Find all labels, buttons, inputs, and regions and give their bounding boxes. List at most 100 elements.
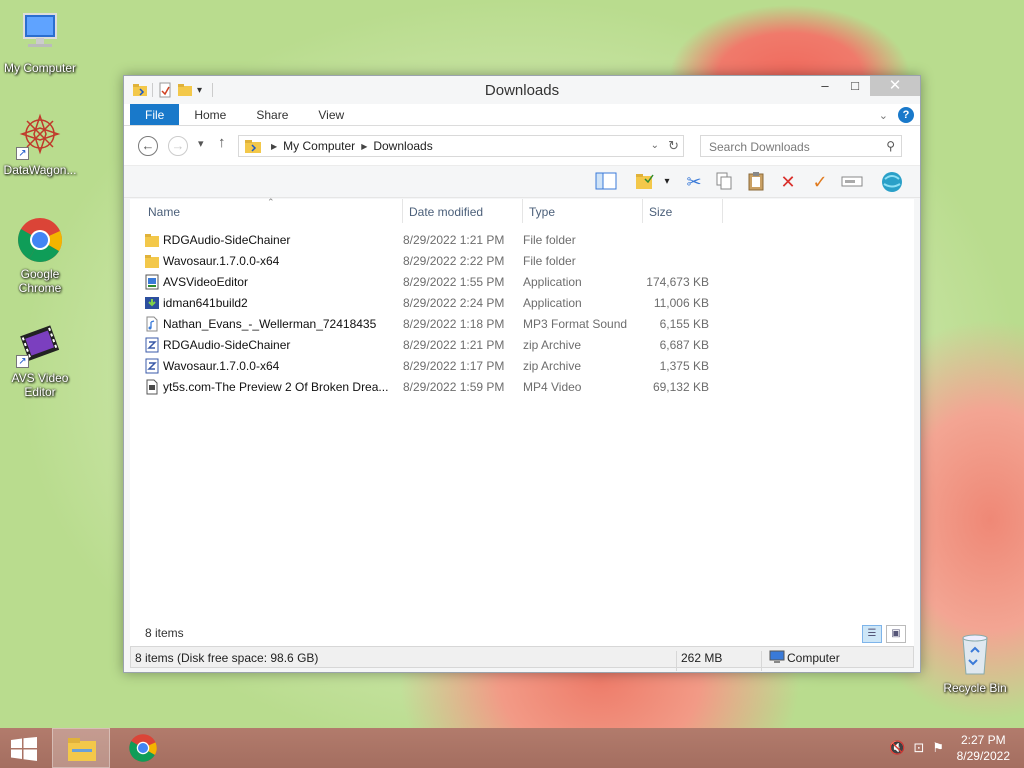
zip-icon <box>145 358 159 374</box>
desktop-icon-google-chrome[interactable]: Google Chrome <box>0 216 80 295</box>
column-divider[interactable] <box>722 199 723 223</box>
close-button[interactable]: ✕ <box>870 76 920 96</box>
file-name: Wavosaur.1.7.0.0-x64 <box>163 359 280 373</box>
maximize-button[interactable]: □ <box>840 76 870 96</box>
file-name: RDGAudio-SideChainer <box>163 338 291 352</box>
details-view-icon[interactable]: ☰ <box>862 625 882 643</box>
file-size: 69,132 KB <box>652 380 709 394</box>
chrome-icon <box>16 216 64 264</box>
folder-icon <box>145 255 159 268</box>
column-header-date[interactable]: Date modified <box>409 205 483 219</box>
file-name: Nathan_Evans_-_Wellerman_72418435 <box>163 317 377 331</box>
preview-pane-icon[interactable] <box>594 171 618 193</box>
rename-icon[interactable] <box>840 171 864 193</box>
file-row[interactable]: yt5s.com-The Preview 2 Of Broken Drea...… <box>130 376 914 397</box>
breadcrumb-downloads[interactable]: Downloads <box>373 139 432 153</box>
minimize-button[interactable]: – <box>810 76 840 96</box>
help-icon[interactable]: ? <box>898 107 914 123</box>
desktop-icon-datawagon[interactable]: ↗ DataWagon... <box>0 112 80 177</box>
column-divider[interactable] <box>402 199 403 223</box>
tab-file[interactable]: File <box>130 104 180 125</box>
address-dropdown-icon[interactable]: ⌄ <box>651 140 659 151</box>
system-tray: 🔇 ⊡ ⚑ <box>889 740 944 756</box>
items-count: 8 items <box>145 626 184 640</box>
column-header-type[interactable]: Type <box>529 205 555 219</box>
windows-logo-icon <box>11 737 37 761</box>
tab-view[interactable]: View <box>303 104 359 125</box>
up-button[interactable]: ↑ <box>218 134 226 151</box>
tab-share[interactable]: Share <box>241 104 303 125</box>
back-button[interactable]: ← <box>138 136 158 156</box>
chevron-down-icon[interactable]: ▾ <box>660 171 674 193</box>
column-divider[interactable] <box>642 199 643 223</box>
file-type: Application <box>523 296 582 310</box>
desktop-icon-recycle-bin[interactable]: Recycle Bin <box>935 630 1015 695</box>
file-row[interactable]: RDGAudio-SideChainer 8/29/2022 1:21 PM F… <box>130 229 914 250</box>
action-center-icon[interactable]: ⚑ <box>932 740 944 756</box>
file-row[interactable]: RDGAudio-SideChainer 8/29/2022 1:21 PM z… <box>130 334 914 355</box>
file-date: 8/29/2022 2:24 PM <box>403 296 505 310</box>
avs-video-editor-icon: ↗ <box>16 320 64 368</box>
file-type: Application <box>523 275 582 289</box>
file-row[interactable]: Wavosaur.1.7.0.0-x64 8/29/2022 1:17 PM z… <box>130 355 914 376</box>
file-row[interactable]: Nathan_Evans_-_Wellerman_72418435 8/29/2… <box>130 313 914 334</box>
forward-button[interactable]: → <box>168 136 188 156</box>
recent-locations-icon[interactable]: ▾ <box>198 137 204 150</box>
delete-icon[interactable]: ✕ <box>776 171 800 193</box>
column-header-name[interactable]: Name <box>148 205 180 219</box>
globe-icon[interactable] <box>880 171 904 193</box>
file-date: 8/29/2022 1:17 PM <box>403 359 505 373</box>
ribbon-right: ⌄ ? <box>879 107 914 123</box>
breadcrumb-my-computer[interactable]: My Computer <box>283 139 355 153</box>
desktop-icon-label: Recycle Bin <box>943 681 1007 695</box>
taskbar-google-chrome[interactable] <box>114 728 172 768</box>
tab-home[interactable]: Home <box>179 104 241 125</box>
taskbar-clock[interactable]: 2:27 PM 8/29/2022 <box>957 732 1010 764</box>
search-input[interactable]: Search Downloads ⚲ <box>700 135 902 157</box>
file-row[interactable]: AVSVideoEditor 8/29/2022 1:55 PM Applica… <box>130 271 914 292</box>
refresh-icon[interactable]: ↻ <box>668 138 679 154</box>
file-name: idman641build2 <box>163 296 248 310</box>
window-controls: – □ ✕ <box>810 76 920 96</box>
status-bar: 8 items (Disk free space: 98.6 GB) 262 M… <box>130 646 914 671</box>
file-type: MP4 Video <box>523 380 582 394</box>
address-bar[interactable]: ▶ My Computer ▶ Downloads ⌄ ↻ <box>238 135 684 157</box>
expand-ribbon-icon[interactable]: ⌄ <box>879 109 888 122</box>
recycle-bin-icon <box>951 630 999 678</box>
file-list-pane[interactable]: ⌃ Name Date modified Type Size RDGAudio-… <box>130 197 914 646</box>
taskbar-file-explorer[interactable] <box>52 728 110 768</box>
title-bar[interactable]: ▾ Downloads – □ ✕ <box>124 76 920 104</box>
large-icons-view-icon[interactable]: ▣ <box>886 625 906 643</box>
file-type: zip Archive <box>523 338 582 352</box>
cut-icon[interactable]: ✂ <box>682 171 706 193</box>
column-divider[interactable] <box>522 199 523 223</box>
checkmark-icon[interactable]: ✓ <box>808 171 832 193</box>
breadcrumb-separator-icon[interactable]: ▶ <box>271 142 277 151</box>
search-placeholder: Search Downloads <box>709 140 810 154</box>
search-icon[interactable]: ⚲ <box>886 139 895 153</box>
copy-icon[interactable] <box>712 171 736 193</box>
desktop-icon-avs-video-editor[interactable]: ↗ AVS Video Editor <box>0 320 80 399</box>
desktop-icon-label: My Computer <box>3 61 77 75</box>
shortcut-arrow-icon: ↗ <box>16 147 29 160</box>
file-row[interactable]: idman641build2 8/29/2022 2:24 PM Applica… <box>130 292 914 313</box>
status-divider <box>676 651 677 671</box>
breadcrumb-separator-icon[interactable]: ▶ <box>361 142 367 151</box>
desktop-icon-label: DataWagon... <box>3 163 77 177</box>
desktop-icon-my-computer[interactable]: My Computer <box>0 10 80 75</box>
file-date: 8/29/2022 1:21 PM <box>403 233 505 247</box>
network-icon[interactable]: ⊡ <box>913 740 924 756</box>
sort-ascending-icon: ⌃ <box>267 197 275 207</box>
paste-icon[interactable] <box>744 171 768 193</box>
file-row[interactable]: Wavosaur.1.7.0.0-x64 8/29/2022 2:22 PM F… <box>130 250 914 271</box>
file-date: 8/29/2022 2:22 PM <box>403 254 505 268</box>
start-button[interactable] <box>10 737 38 761</box>
file-type: zip Archive <box>523 359 582 373</box>
folder-options-icon[interactable] <box>634 171 658 193</box>
volume-muted-icon[interactable]: 🔇 <box>889 740 905 756</box>
file-date: 8/29/2022 1:18 PM <box>403 317 505 331</box>
computer-icon <box>16 10 64 58</box>
column-header-size[interactable]: Size <box>649 205 672 219</box>
file-size: 11,006 KB <box>653 296 709 310</box>
file-explorer-icon <box>68 738 96 761</box>
